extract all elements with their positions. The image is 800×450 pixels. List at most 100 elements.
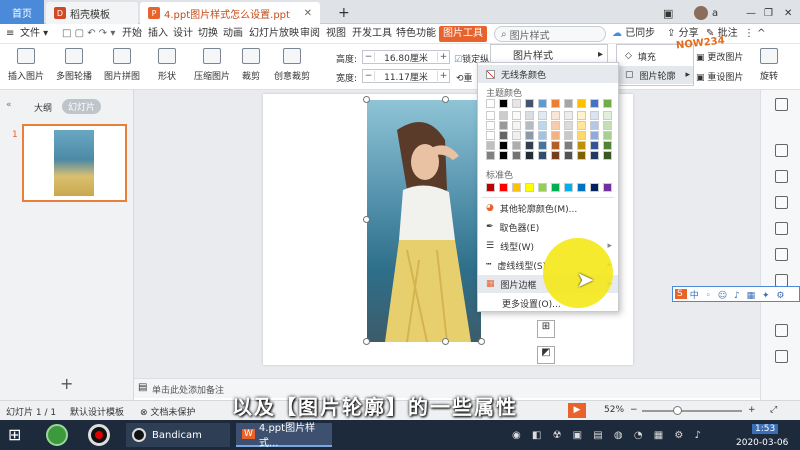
menu-transition[interactable]: 切换 [198,24,218,44]
height-decrease-button[interactable]: − [363,52,375,62]
shape-button[interactable]: 形状 [158,48,176,82]
menu-developer[interactable]: 开发工具 [352,24,392,44]
color-swatch[interactable] [499,99,508,108]
menu-animation[interactable]: 动画 [223,24,243,44]
height-value[interactable]: 16.80厘米 [375,51,437,64]
resize-handle[interactable] [363,338,370,345]
play-button[interactable]: ▶ [568,403,586,418]
color-swatch[interactable] [525,121,534,130]
tray-icons[interactable]: ◉ ◧ ☢ ▣ ▤ ◍ ◔ ▦ ⚙ ♪ [512,430,705,441]
color-swatch[interactable] [564,141,573,150]
color-swatch[interactable] [538,141,547,150]
color-swatch[interactable] [499,141,508,150]
menu-start[interactable]: 开始 [122,24,142,44]
color-swatch[interactable] [525,111,534,120]
panel-icon[interactable] [775,196,788,209]
color-swatch[interactable] [512,121,521,130]
color-swatch[interactable] [525,151,534,160]
tab-document[interactable]: P 4.ppt图片样式怎么设置.ppt ✕ [140,2,320,24]
change-picture-button[interactable]: ▣ 更改图片 [696,50,743,63]
color-swatch[interactable] [512,111,521,120]
tab-home[interactable]: 首页 [0,0,44,24]
color-swatch[interactable] [525,141,534,150]
width-field[interactable]: −11.17厘米 + [362,69,450,83]
panel-icon[interactable] [775,222,788,235]
picture-style-menu-item[interactable]: 图片样式 ▸ [490,44,608,64]
menu-insert[interactable]: 插入 [148,24,168,44]
outline-menu-item[interactable]: ▢ 图片轮廓 ▸ [617,66,693,84]
color-swatch[interactable] [603,131,612,140]
color-swatch[interactable] [538,99,547,108]
color-swatch[interactable] [590,99,599,108]
width-increase-button[interactable]: + [437,71,449,81]
color-swatch[interactable] [564,111,573,120]
menu-view[interactable]: 视图 [326,24,346,44]
color-swatch[interactable] [603,151,612,160]
new-tab-button[interactable]: + [330,2,358,24]
resize-handle[interactable] [478,338,485,345]
color-swatch[interactable] [551,141,560,150]
zoom-slider[interactable] [642,410,742,412]
color-swatch[interactable] [538,131,547,140]
menu-slideshow[interactable]: 幻灯片放映 [249,24,299,44]
standard-color-swatch[interactable] [564,183,573,192]
color-swatch[interactable] [538,151,547,160]
search-input[interactable]: 图片样式 [510,27,550,42]
color-swatch[interactable] [486,111,495,120]
standard-color-swatch[interactable] [486,183,495,192]
zoom-out-button[interactable]: − [630,405,638,415]
color-swatch[interactable] [538,111,547,120]
search-box[interactable]: ⌕ 图片样式 [494,26,606,42]
color-swatch[interactable] [590,121,599,130]
menu-file[interactable]: 文件 ▾ [20,24,48,44]
window-list-icon[interactable]: ▣ [655,2,681,24]
clock-time[interactable]: 1:53 [752,424,779,434]
color-swatch[interactable] [590,111,599,120]
color-swatch[interactable] [486,151,495,160]
resize-handle[interactable] [442,338,449,345]
standard-color-swatch[interactable] [499,183,508,192]
width-decrease-button[interactable]: − [363,71,375,81]
standard-color-swatch[interactable] [538,183,547,192]
color-swatch[interactable] [564,99,573,108]
close-window-button[interactable]: ✕ [776,2,800,24]
menu-picture-tools[interactable]: 图片工具 [439,26,487,42]
color-swatch[interactable] [577,99,586,108]
color-swatch[interactable] [486,141,495,150]
protection-status[interactable]: ⊗ 文档未保护 [140,405,195,418]
color-swatch[interactable] [577,121,586,130]
selected-photo[interactable] [367,100,481,342]
color-swatch[interactable] [486,121,495,130]
style-float-icon[interactable]: ◩ [537,346,555,364]
tab-slides[interactable]: 幻灯片 [62,99,102,114]
multi-carousel-button[interactable]: 多图轮播 [56,48,92,82]
add-slide-button[interactable]: + [60,374,73,393]
panel-icon[interactable] [775,350,788,363]
avatar[interactable]: a [686,2,726,24]
standard-color-swatch[interactable] [603,183,612,192]
panel-icon[interactable] [775,248,788,261]
menu-special[interactable]: 特色功能 [396,24,436,44]
compress-button[interactable]: 压缩图片 [194,48,230,82]
color-swatch[interactable] [486,99,495,108]
color-swatch[interactable] [551,151,560,160]
close-tab-icon[interactable]: ✕ [304,8,312,19]
color-swatch[interactable] [603,121,612,130]
theme-name[interactable]: 默认设计模板 [70,405,124,418]
slide-thumbnail[interactable] [22,124,127,202]
resize-handle[interactable] [363,96,370,103]
color-swatch[interactable] [499,121,508,130]
no-outline-item[interactable]: 无线条颜色 [478,65,618,83]
zoom-in-button[interactable]: + [748,405,756,415]
color-swatch[interactable] [590,141,599,150]
panel-icon[interactable] [775,98,788,111]
color-swatch[interactable] [551,99,560,108]
color-swatch[interactable] [512,131,521,140]
ime-toolbar[interactable]: S中 ◦ ☺ ♪ ▦ ✦ ⚙ [672,286,800,302]
crop-button[interactable]: 裁剪 [242,48,260,82]
more-colors-item[interactable]: ◕ 其他轮廓颜色(M)... [478,199,618,217]
color-swatch[interactable] [512,151,521,160]
browser-icon[interactable] [46,424,68,446]
zoom-level[interactable]: 52% [604,405,624,415]
standard-color-swatch[interactable] [551,183,560,192]
